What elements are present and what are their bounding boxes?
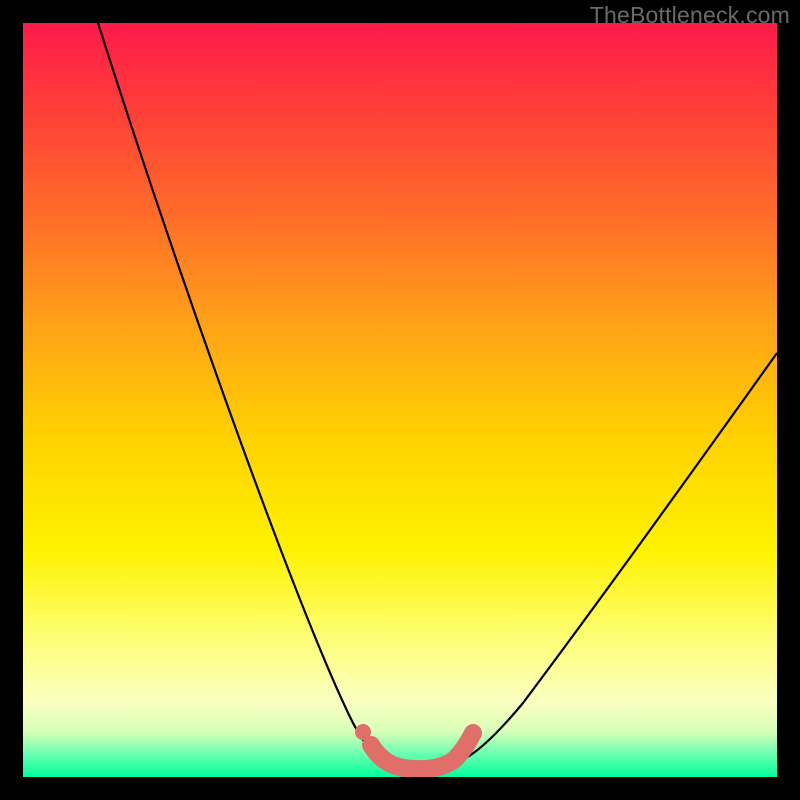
highlight-band	[371, 733, 473, 769]
watermark-text: TheBottleneck.com	[590, 2, 790, 29]
highlight-dot	[355, 724, 371, 740]
bottleneck-curve	[98, 23, 777, 770]
chart-svg	[23, 23, 777, 777]
chart-plot-area	[23, 23, 777, 777]
